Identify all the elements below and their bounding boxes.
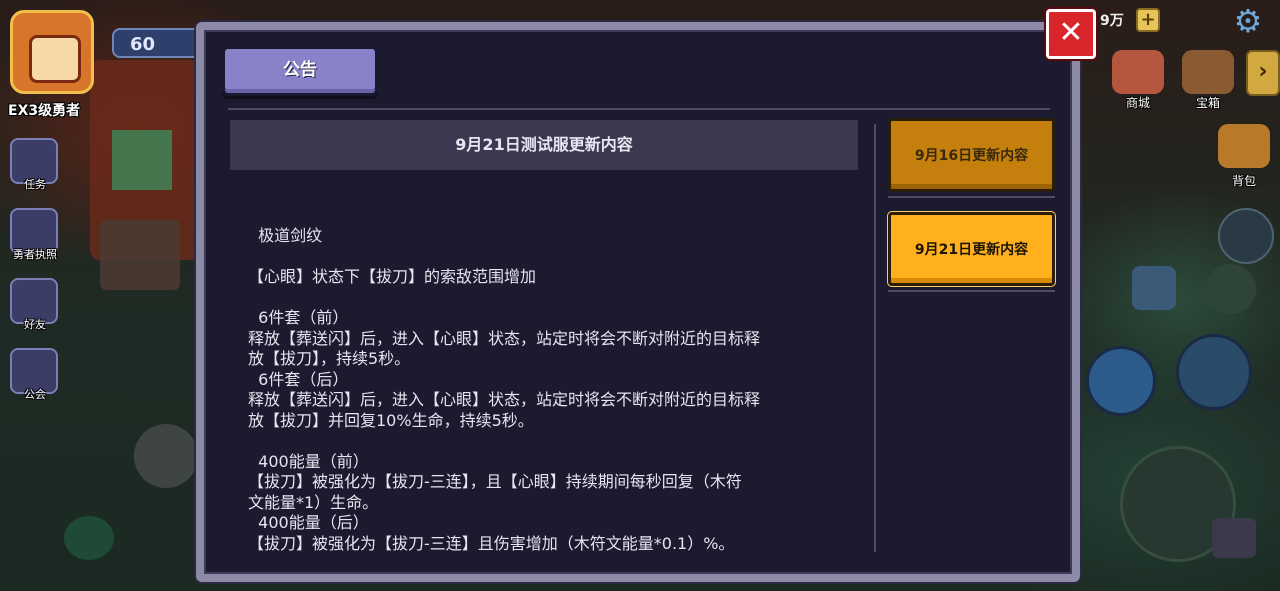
backpack-label: 背包 [1231, 174, 1256, 188]
content-line: 400能量（后） [248, 513, 369, 532]
content-line: 6件套（后） [248, 369, 349, 389]
expand-menu-button[interactable]: › [1246, 50, 1280, 96]
close-button[interactable]: ✕ [1046, 9, 1096, 59]
bush-decoration [64, 516, 114, 560]
add-currency-button[interactable]: + [1136, 8, 1160, 32]
player-avatar[interactable] [10, 10, 94, 94]
content-line: 释放【葬送闪】后，进入【心眼】状态，站定时将会不断对附近的目标释 [248, 390, 761, 409]
license-label: 勇者执照 [13, 248, 57, 261]
content-line: 6件套（前） [248, 308, 349, 327]
currency-amount: 9万 [1100, 13, 1124, 29]
crown-icon[interactable] [1212, 518, 1256, 558]
announcement-content[interactable]: 极道剑纹 【心眼】状态下【拔刀】的索敌范围增加 6件套（前） 释放【葬送闪】后，进入… [248, 226, 854, 562]
content-line [248, 288, 854, 309]
content-line: 文能量*1）生命。 [248, 492, 379, 512]
avatar-face [29, 35, 81, 83]
header-divider [228, 108, 1050, 110]
notice-item-0916[interactable]: 9月16日更新内容 [888, 118, 1055, 192]
content-line: 【拔刀】被强化为【拔刀-三连】且伤害增加（木符文能量*0.1）%。 [248, 533, 735, 553]
skill-icon-dragon[interactable] [1176, 334, 1252, 410]
content-line: 极道剑纹 [248, 226, 323, 245]
content-line: 【心眼】状态下【拔刀】的索敌范围增加 [248, 267, 537, 286]
notice-divider [888, 290, 1055, 292]
quest-label: 任务 [24, 178, 46, 191]
menu-grid-button[interactable] [1218, 208, 1274, 264]
notice-item-0921[interactable]: 9月21日更新内容 [888, 212, 1055, 286]
content-line: 400能量（前） [248, 451, 369, 471]
player-rank: EX3级勇者 [8, 103, 81, 119]
guild-label: 公会 [24, 388, 46, 401]
virtual-joystick[interactable] [134, 424, 198, 488]
banner-decoration [112, 130, 172, 190]
shop-label: 商城 [1125, 96, 1150, 110]
content-line [248, 247, 854, 268]
content-line [248, 431, 854, 452]
skill-icon-ghost[interactable] [1206, 264, 1256, 314]
table-decoration [100, 220, 180, 290]
notice-divider [888, 196, 1055, 198]
shuriken-icon[interactable] [1132, 266, 1176, 310]
column-divider [874, 124, 876, 552]
skill-icon-swirl[interactable] [1086, 346, 1156, 416]
content-line: 放【拔刀】，持续5秒。 [248, 349, 411, 368]
chest-label: 宝箱 [1195, 96, 1220, 110]
content-line: 【拔刀】被强化为【拔刀-三连】，且【心眼】持续期间每秒回复（木符 [248, 472, 742, 491]
backpack-icon[interactable] [1218, 124, 1270, 168]
content-line: 释放【葬送闪】后，进入【心眼】状态，站定时将会不断对附近的目标释 [248, 328, 761, 348]
level-badge: 60 [112, 28, 202, 58]
tab-announcement[interactable]: 公告 [222, 46, 378, 96]
content-title: 9月21日测试服更新内容 [230, 120, 858, 170]
shop-icon[interactable] [1112, 50, 1164, 94]
content-line: 放【拔刀】并回复10%生命，持续5秒。 [248, 410, 534, 430]
friends-label: 好友 [24, 318, 46, 331]
chest-icon[interactable] [1182, 50, 1234, 94]
settings-gear-icon[interactable]: ⚙ [1228, 4, 1268, 38]
